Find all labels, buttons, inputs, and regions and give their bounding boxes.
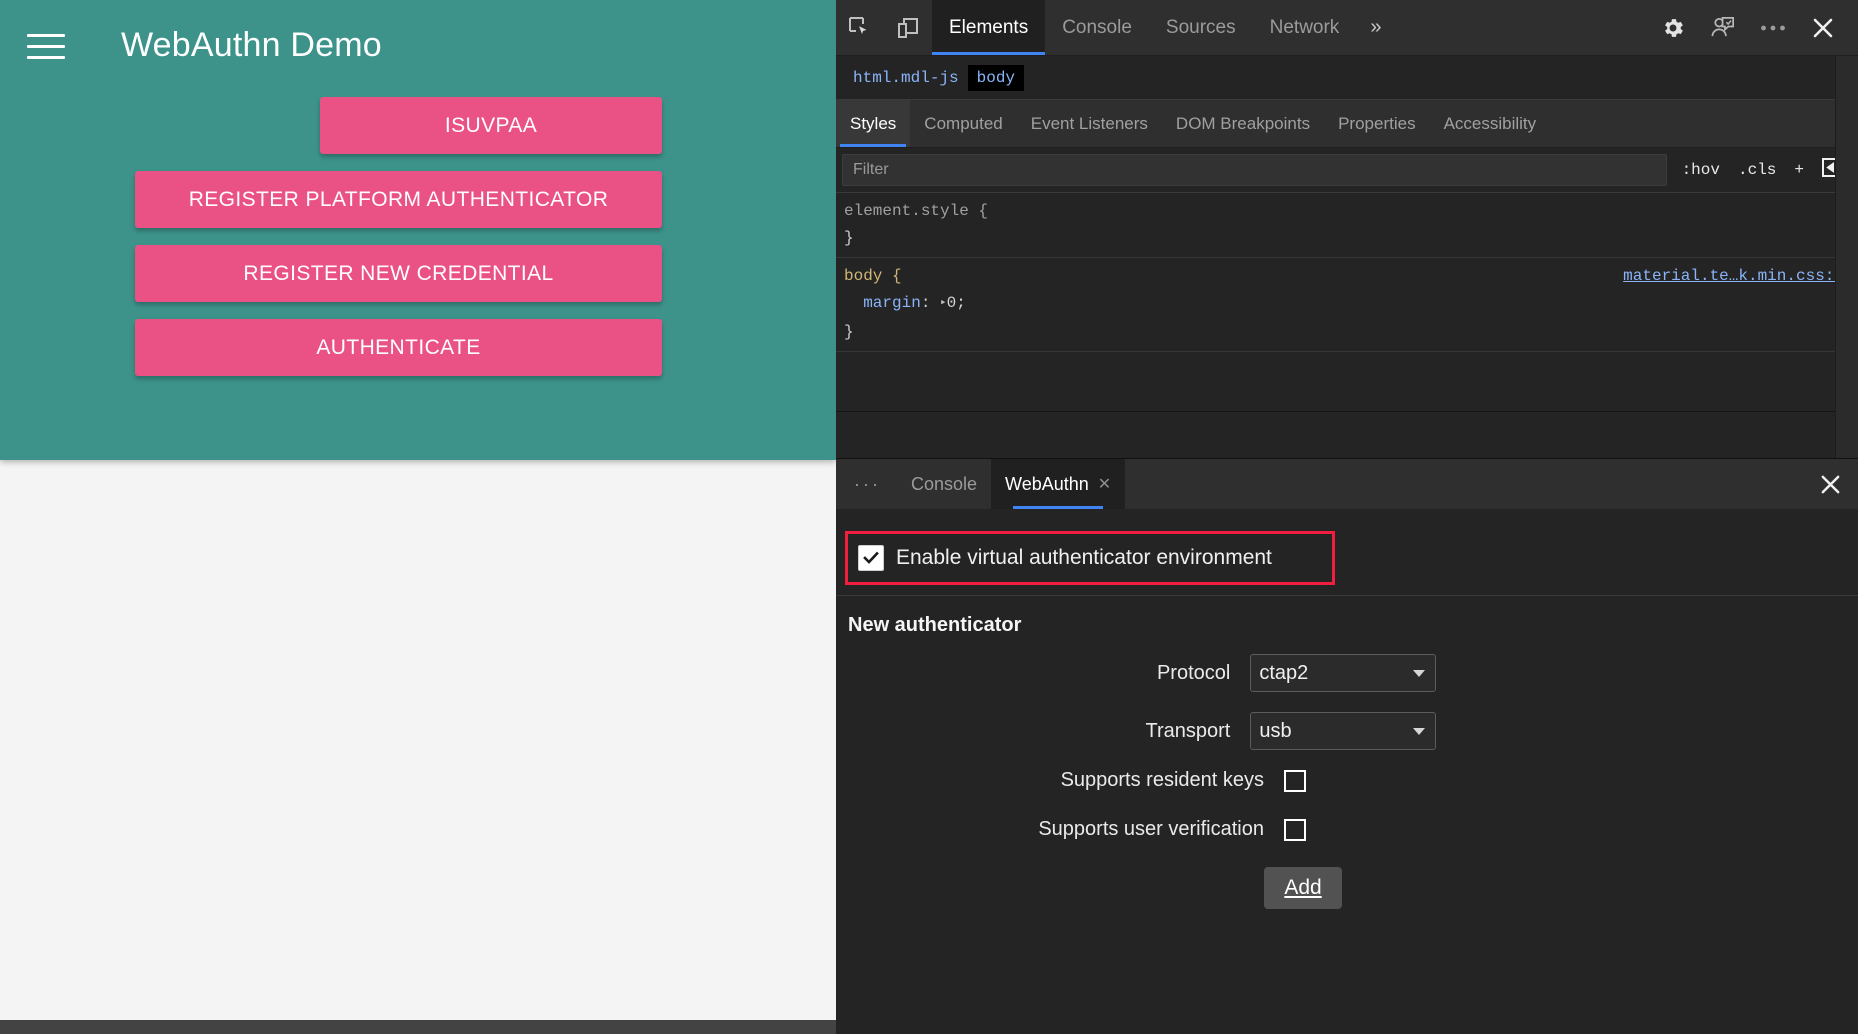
- drawer-tab-console[interactable]: Console: [897, 459, 991, 509]
- web-page-viewport: WebAuthn Demo ISUVPAA REGISTER PLATFORM …: [0, 0, 836, 1020]
- close-icon[interactable]: [1798, 0, 1848, 55]
- devtools-main-toolbar: Elements Console Sources Network »: [836, 0, 1858, 56]
- breadcrumb: html.mdl-js body: [836, 56, 1858, 100]
- chevron-down-icon: [1413, 728, 1425, 735]
- css-property-name[interactable]: margin: [863, 294, 921, 312]
- hamburger-line: [27, 45, 65, 48]
- devtools-right-edge-strip: [1835, 56, 1858, 458]
- new-style-rule-button[interactable]: +: [1785, 161, 1813, 179]
- transport-label: Transport: [836, 720, 1250, 743]
- tab-styles[interactable]: Styles: [836, 100, 910, 147]
- hamburger-line: [27, 34, 65, 37]
- styles-pane-empty-space: [836, 375, 1858, 412]
- gear-icon[interactable]: [1648, 0, 1698, 55]
- css-rule-close-brace: }: [844, 319, 1858, 346]
- resident-keys-label: Supports resident keys: [836, 769, 1284, 792]
- tab-accessibility[interactable]: Accessibility: [1430, 100, 1551, 147]
- styles-filter-input[interactable]: [842, 154, 1667, 186]
- styles-pane-tabbar: Styles Computed Event Listeners DOM Brea…: [836, 100, 1858, 148]
- element-classes-toggle[interactable]: .cls: [1729, 161, 1785, 179]
- page-horizontal-scrollbar[interactable]: [0, 1020, 836, 1034]
- hamburger-line: [27, 56, 65, 59]
- css-rule-element-style[interactable]: element.style { }: [836, 193, 1858, 258]
- css-rule-close-brace: }: [844, 225, 1858, 252]
- hover-state-toggle[interactable]: :hov: [1673, 161, 1729, 179]
- tab-dom-breakpoints[interactable]: DOM Breakpoints: [1162, 100, 1324, 147]
- protocol-selected-value: ctap2: [1259, 662, 1308, 685]
- more-tabs-dots-icon[interactable]: ···: [836, 459, 897, 509]
- tab-computed[interactable]: Computed: [910, 100, 1016, 147]
- close-icon[interactable]: ✕: [1098, 474, 1111, 494]
- tab-properties[interactable]: Properties: [1324, 100, 1429, 147]
- breadcrumb-item-body[interactable]: body: [968, 65, 1024, 91]
- tab-network[interactable]: Network: [1253, 0, 1357, 55]
- styles-filter-row: :hov .cls +: [836, 148, 1858, 193]
- tab-event-listeners[interactable]: Event Listeners: [1017, 100, 1162, 147]
- resident-keys-field-row: Supports resident keys: [836, 769, 1436, 792]
- register-new-credential-button[interactable]: REGISTER NEW CREDENTIAL: [135, 245, 662, 302]
- enable-virtual-authenticator-row[interactable]: Enable virtual authenticator environment: [845, 531, 1335, 585]
- authenticate-button[interactable]: AUTHENTICATE: [135, 319, 662, 376]
- css-rules-list: element.style { } material.te…k.min.css:…: [836, 193, 1858, 375]
- more-vertical-dots-icon[interactable]: [1748, 0, 1798, 55]
- enable-virtual-authenticator-checkbox[interactable]: [858, 545, 884, 571]
- isuvpaa-button[interactable]: ISUVPAA: [320, 97, 662, 154]
- inspect-element-icon[interactable]: [836, 0, 884, 55]
- transport-selected-value: usb: [1259, 720, 1291, 743]
- css-selector: element.style {: [844, 198, 1858, 225]
- app-header-bar: WebAuthn Demo ISUVPAA REGISTER PLATFORM …: [0, 0, 836, 460]
- tab-console[interactable]: Console: [1045, 0, 1149, 55]
- protocol-field-row: Protocol ctap2: [836, 654, 1436, 692]
- hamburger-icon[interactable]: [27, 34, 65, 64]
- more-tabs-chevron-icon[interactable]: »: [1356, 0, 1395, 55]
- drawer-tabbar: ··· Console WebAuthn ✕: [836, 459, 1858, 509]
- close-icon[interactable]: [1802, 459, 1858, 509]
- protocol-label: Protocol: [836, 662, 1250, 685]
- enable-virtual-authenticator-label: Enable virtual authenticator environment: [896, 546, 1272, 570]
- add-authenticator-button[interactable]: Add: [1264, 867, 1342, 909]
- devtools-toolbar-actions: [1648, 0, 1858, 55]
- page-title: WebAuthn Demo: [121, 26, 382, 65]
- resident-keys-checkbox[interactable]: [1284, 770, 1306, 792]
- transport-field-row: Transport usb: [836, 712, 1436, 750]
- page-content-area: [0, 460, 836, 1020]
- register-platform-authenticator-button[interactable]: REGISTER PLATFORM AUTHENTICATOR: [135, 171, 662, 228]
- expand-shorthand-icon[interactable]: ▸: [940, 290, 947, 317]
- transport-select[interactable]: usb: [1250, 712, 1436, 750]
- css-rule-source-link[interactable]: material.te…k.min.css:8: [1623, 263, 1844, 290]
- css-declaration[interactable]: margin: ▸0;: [844, 290, 1858, 319]
- drawer-tab-label: Console: [911, 474, 977, 495]
- feedback-person-icon[interactable]: [1698, 0, 1748, 55]
- webauthn-panel: Enable virtual authenticator environment…: [836, 509, 1858, 1034]
- divider: [836, 595, 1858, 596]
- css-rule-body[interactable]: material.te…k.min.css:8 body { margin: ▸…: [836, 258, 1858, 352]
- user-verification-checkbox[interactable]: [1284, 819, 1306, 841]
- protocol-select[interactable]: ctap2: [1250, 654, 1436, 692]
- user-verification-field-row: Supports user verification: [836, 818, 1436, 841]
- css-property-value[interactable]: 0;: [947, 294, 966, 312]
- chevron-down-icon: [1413, 670, 1425, 677]
- user-verification-label: Supports user verification: [836, 818, 1284, 841]
- drawer-tab-label: WebAuthn: [1005, 474, 1089, 495]
- device-toolbar-icon[interactable]: [884, 0, 932, 55]
- tab-sources[interactable]: Sources: [1149, 0, 1253, 55]
- devtools-drawer: ··· Console WebAuthn ✕ En: [836, 458, 1858, 1034]
- tab-elements[interactable]: Elements: [932, 0, 1045, 55]
- new-authenticator-heading: New authenticator: [848, 614, 1021, 637]
- devtools-panel: Elements Console Sources Network »: [836, 0, 1858, 1034]
- breadcrumb-item-html[interactable]: html.mdl-js: [844, 65, 968, 91]
- drawer-tab-webauthn[interactable]: WebAuthn ✕: [991, 459, 1125, 509]
